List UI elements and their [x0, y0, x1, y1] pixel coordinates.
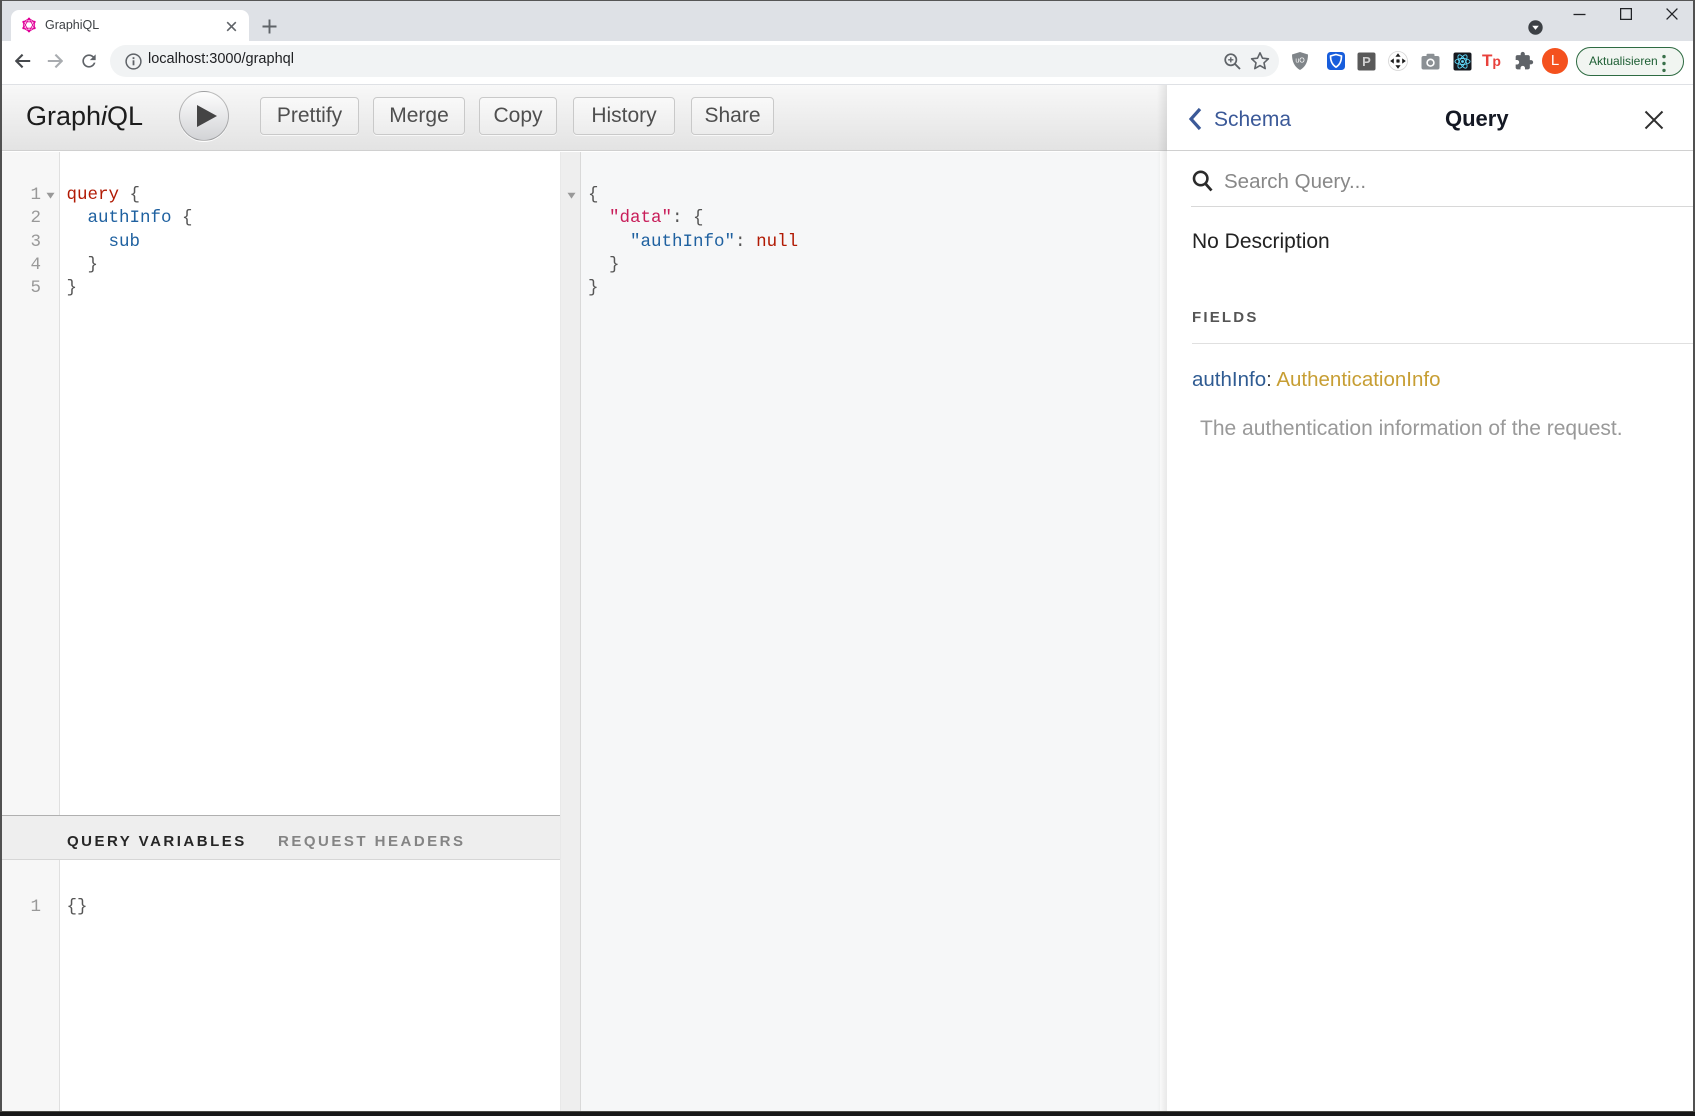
- svg-text:uO: uO: [1295, 58, 1305, 65]
- svg-text:P: P: [1362, 54, 1371, 69]
